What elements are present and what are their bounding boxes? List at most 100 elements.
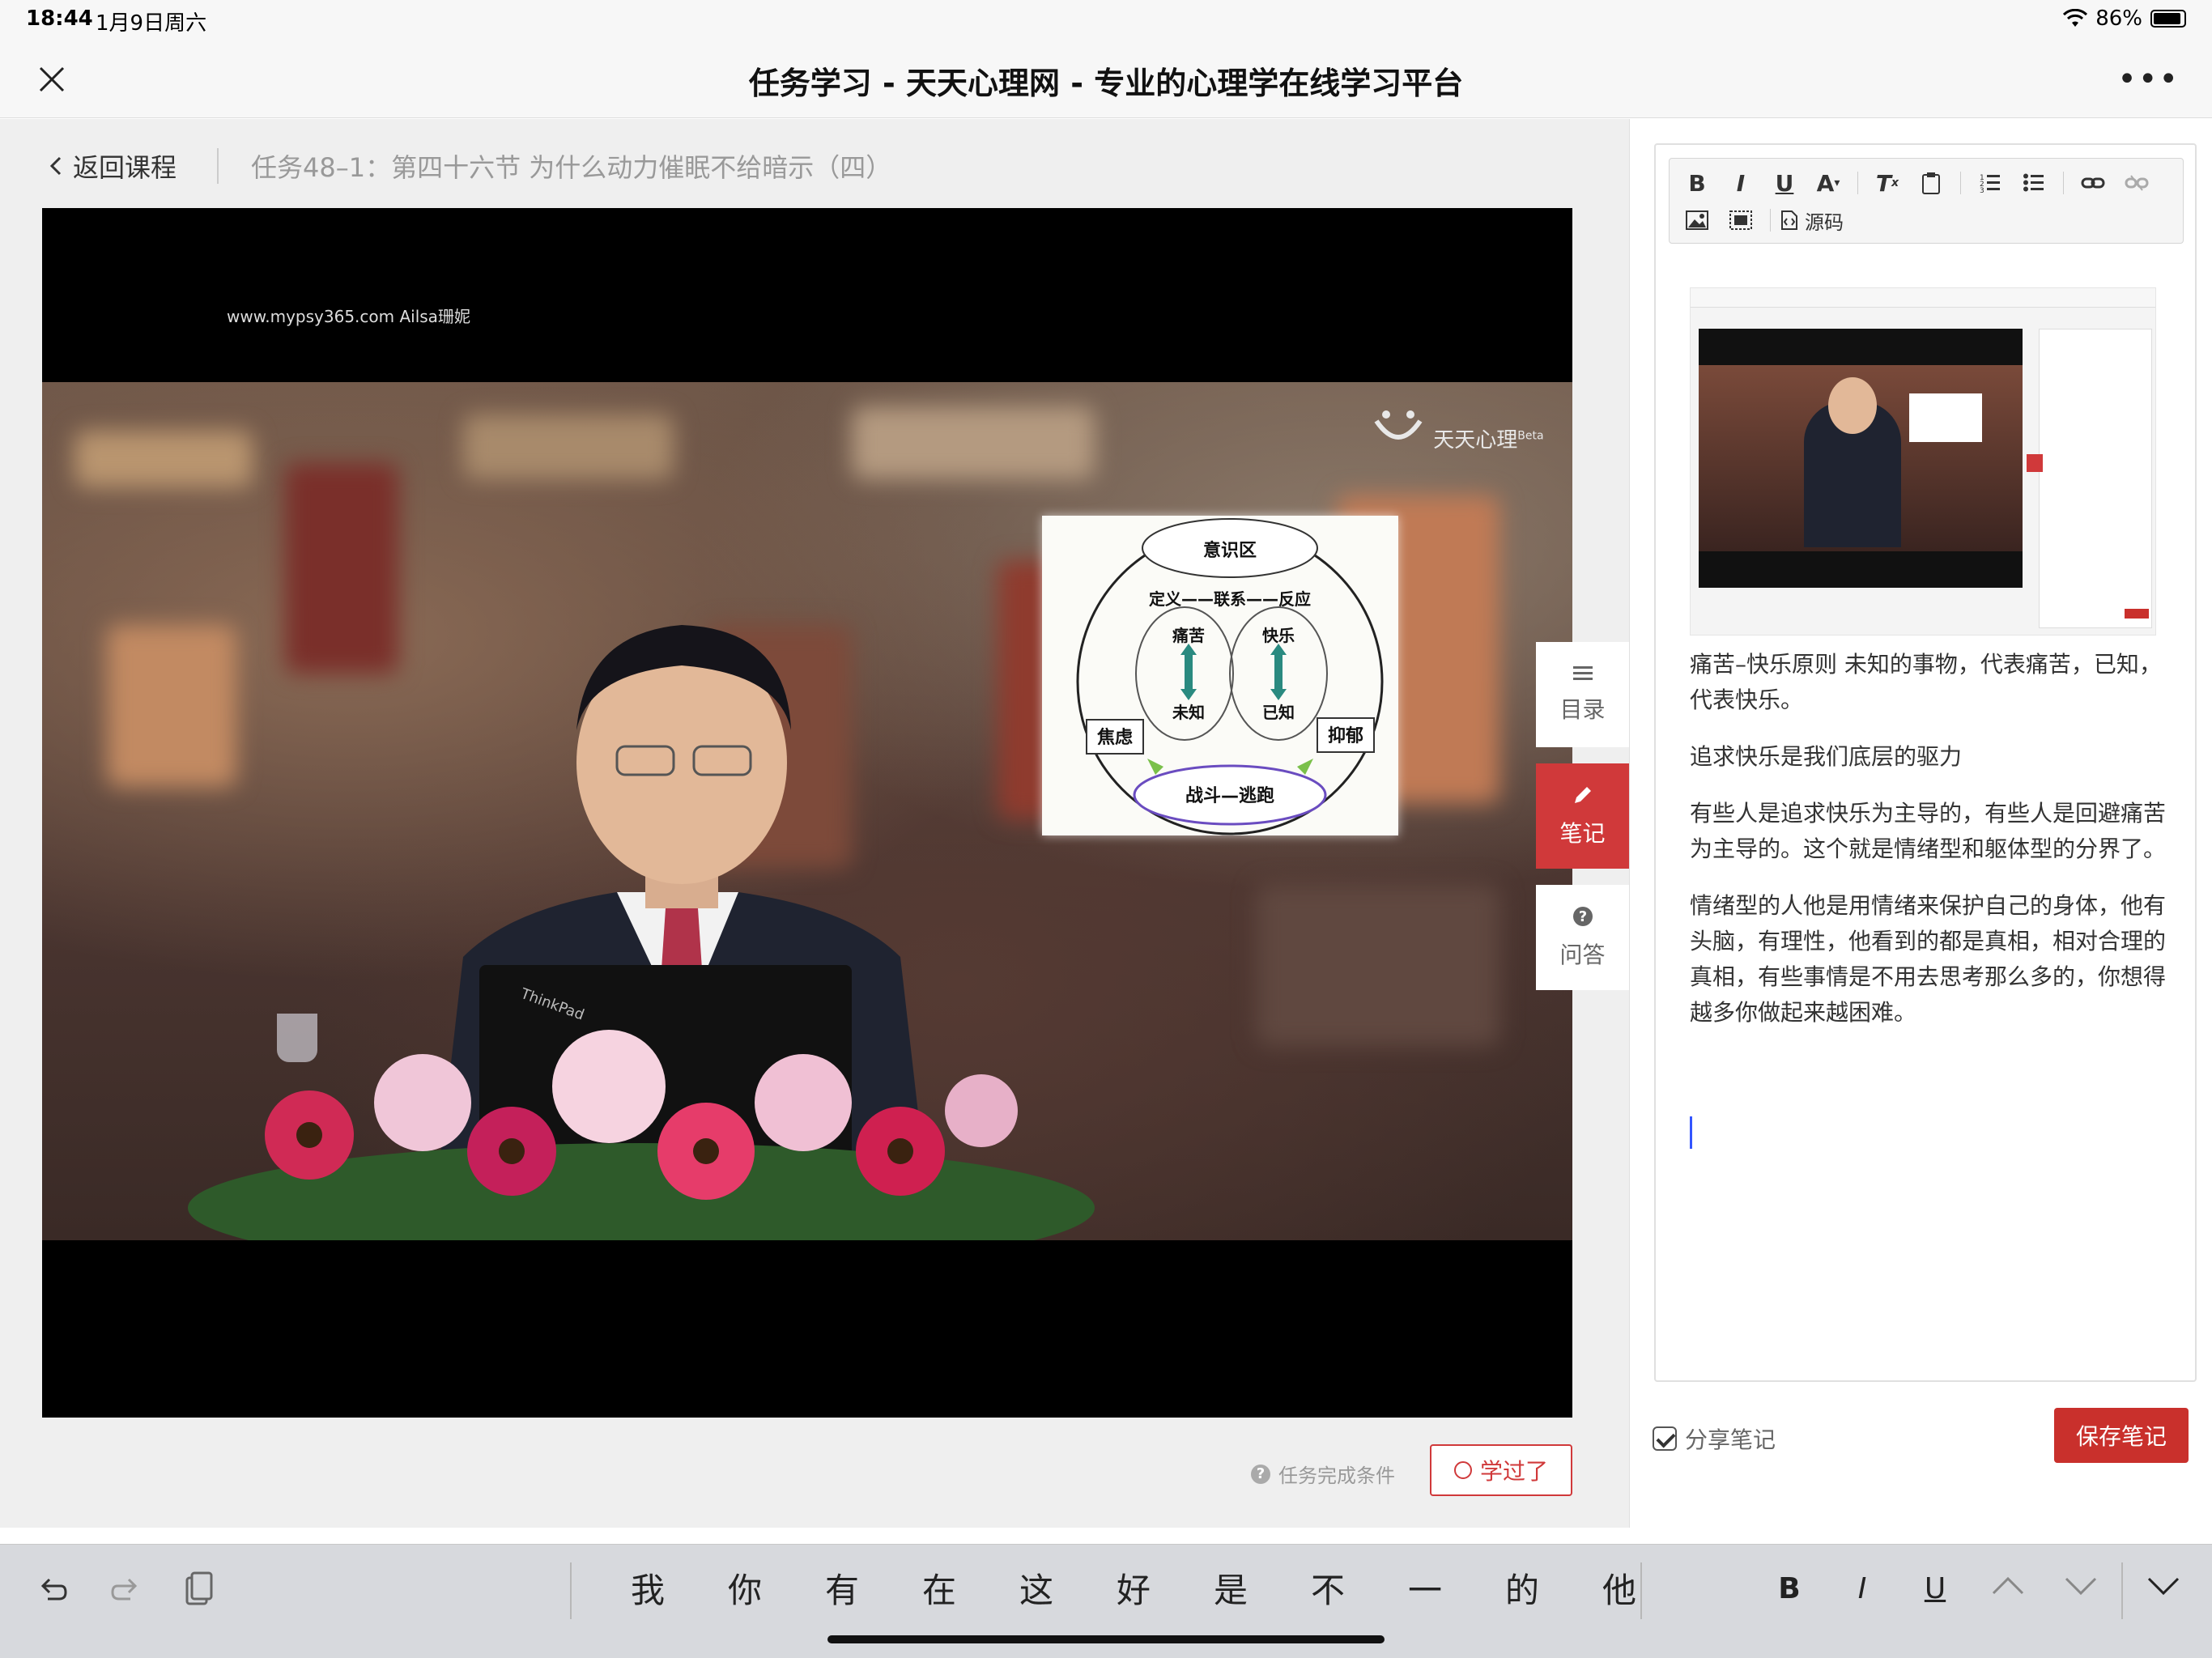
circle-icon <box>1453 1461 1472 1479</box>
kb-bold-button[interactable]: B <box>1765 1569 1814 1609</box>
candidate-word[interactable]: 的 <box>1474 1562 1571 1619</box>
breadcrumb-divider <box>217 148 219 184</box>
video-player[interactable]: www.mypsy365.com Ailsa珊妮 天天心理Beta 意识区 定义… <box>42 208 1572 1418</box>
tab-notes[interactable]: 笔记 <box>1536 763 1629 869</box>
task-condition-label: 任务完成条件 <box>1278 1465 1395 1487</box>
keyboard-edit-actions <box>32 1569 219 1609</box>
video-watermark: www.mypsy365.com Ailsa珊妮 <box>227 307 470 326</box>
kb-underline-button[interactable]: U <box>1911 1569 1959 1609</box>
task-title: 任务48–1：第四十六节 为什么动力催眠不给暗示（四） <box>251 152 892 183</box>
diagram-depression: 抑郁 <box>1328 725 1363 746</box>
note-paragraph: 情绪型的人他是用情绪来保护自己的身体，他有头脑，有理性，他看到的都是真相，相对合… <box>1690 892 2167 1026</box>
tab-qa[interactable]: ? 问答 <box>1536 885 1629 990</box>
note-content[interactable]: 痛苦–快乐原则 未知的事物，代表痛苦，已知，代表快乐。 追求快乐是我们底层的驱力… <box>1690 647 2167 1052</box>
note-paragraph: 追求快乐是我们底层的驱力 <box>1690 743 1963 770</box>
svg-text:3: 3 <box>1980 187 1984 193</box>
flower-arrangement <box>188 1014 1095 1240</box>
nav-bar: 任务学习 - 天天心理网 - 专业的心理学在线学习平台 ••• <box>0 40 2212 118</box>
dismiss-keyboard-icon[interactable] <box>2139 1569 2188 1609</box>
chevron-down-icon[interactable] <box>2057 1569 2105 1609</box>
notes-panel: B I U A ▾ Tx 123 源码 痛苦–快乐原则 未知的事物，代表痛苦，已… <box>1629 119 2212 1528</box>
source-code-label: 源码 <box>1805 210 1844 234</box>
toolbar-divider <box>1857 172 1858 194</box>
breadcrumb: 返回课程 任务48–1：第四十六节 为什么动力催眠不给暗示（四） <box>49 143 891 189</box>
save-note-button[interactable]: 保存笔记 <box>2054 1408 2189 1463</box>
italic-button[interactable]: I <box>1721 167 1760 199</box>
ordered-list-icon[interactable]: 123 <box>1971 167 2010 199</box>
question-icon: ? <box>1572 907 1593 926</box>
candidate-word[interactable]: 他 <box>1571 1562 1668 1619</box>
candidate-word[interactable]: 在 <box>891 1562 988 1619</box>
task-condition[interactable]: ? 任务完成条件 <box>1251 1460 1395 1488</box>
embedded-screenshot <box>1690 287 2156 636</box>
font-color-button[interactable]: A ▾ <box>1809 167 1848 199</box>
keyboard-divider <box>570 1562 572 1619</box>
question-circle-icon: ? <box>1251 1464 1270 1484</box>
bullet-list-icon[interactable] <box>2014 167 2053 199</box>
candidate-word[interactable]: 这 <box>988 1562 1085 1619</box>
slide-diagram: 意识区 定义——联系——反应 痛苦 未知 快乐 已知 焦虑 抑郁 战斗—逃跑 <box>1042 516 1398 835</box>
source-code-button[interactable]: 源码 <box>1780 204 1844 236</box>
toolbar-divider <box>1770 209 1771 232</box>
diagram-middle: 定义——联系——反应 <box>1149 589 1311 609</box>
share-note-label: 分享笔记 <box>1685 1426 1776 1453</box>
back-label: 返回课程 <box>73 152 177 183</box>
editor-toolbar: B I U A ▾ Tx 123 源码 <box>1669 158 2184 244</box>
paste-icon[interactable] <box>1912 167 1950 199</box>
pencil-icon <box>1574 787 1591 803</box>
list-icon <box>1572 666 1593 680</box>
note-paragraph: 有些人是追求快乐为主导的，有些人是回避痛苦为主导的。这个就是情绪型和躯体型的分界… <box>1690 800 2167 862</box>
share-note-checkbox[interactable]: 分享笔记 <box>1653 1422 1776 1455</box>
chevron-up-icon[interactable] <box>1984 1569 2032 1609</box>
redo-icon[interactable] <box>105 1569 146 1609</box>
tab-catalog-label: 目录 <box>1559 696 1606 723</box>
candidate-word[interactable]: 不 <box>1279 1562 1376 1619</box>
wifi-icon <box>2063 9 2088 27</box>
brand-logo: 天天心理Beta <box>1370 406 1544 453</box>
diagram-unknown: 未知 <box>1172 703 1205 722</box>
status-bar: 18:44 1月9日周六 86% <box>0 0 2212 40</box>
battery-icon <box>2150 10 2186 28</box>
status-time: 18:44 <box>26 6 93 31</box>
underline-button[interactable]: U <box>1765 167 1804 199</box>
diagram-top: 意识区 <box>1203 540 1257 561</box>
candidate-word[interactable]: 好 <box>1085 1562 1182 1619</box>
media-icon[interactable] <box>1721 204 1760 236</box>
candidate-word[interactable]: 一 <box>1376 1562 1474 1619</box>
toolbar-divider <box>2063 172 2064 194</box>
source-code-icon <box>1781 210 1797 230</box>
diagram-joy: 快乐 <box>1262 626 1295 645</box>
candidate-word[interactable]: 我 <box>599 1562 696 1619</box>
undo-icon[interactable] <box>32 1569 73 1609</box>
toolbar-divider <box>1960 172 1961 194</box>
text-cursor <box>1690 1116 1692 1149</box>
image-icon[interactable] <box>1678 204 1716 236</box>
status-date: 1月9日周六 <box>96 11 207 36</box>
learned-button[interactable]: 学过了 <box>1430 1444 1572 1496</box>
note-editor[interactable]: B I U A ▾ Tx 123 源码 痛苦–快乐原则 未知的事物，代表痛苦，已… <box>1654 143 2197 1382</box>
status-right: 86% <box>2063 6 2186 31</box>
home-indicator[interactable] <box>827 1635 1385 1643</box>
note-paragraph: 痛苦–快乐原则 未知的事物，代表痛苦，已知，代表快乐。 <box>1690 651 2162 713</box>
checkbox-checked-icon[interactable] <box>1653 1426 1677 1451</box>
learned-label: 学过了 <box>1479 1458 1548 1485</box>
bold-button[interactable]: B <box>1678 167 1716 199</box>
keyboard-format-actions: B I U <box>1765 1569 2105 1609</box>
clear-format-button[interactable]: Tx <box>1868 167 1907 199</box>
brand-sup: Beta <box>1517 429 1544 443</box>
candidate-word[interactable]: 是 <box>1182 1562 1279 1619</box>
kb-italic-button[interactable]: I <box>1838 1569 1887 1609</box>
svg-text:?: ? <box>1578 908 1586 925</box>
link-icon[interactable] <box>2074 167 2112 199</box>
back-to-course-link[interactable]: 返回课程 <box>49 147 177 185</box>
diagram-anxiety: 焦虑 <box>1096 727 1133 748</box>
candidate-bar: 我 你 有 在 这 好 是 不 一 的 他 <box>599 1562 1668 1619</box>
keyboard-divider <box>2121 1562 2123 1619</box>
tab-catalog[interactable]: 目录 <box>1536 642 1629 747</box>
clipboard-icon[interactable] <box>178 1569 219 1609</box>
unlink-icon[interactable] <box>2117 167 2156 199</box>
smile-logo-icon <box>1374 410 1423 440</box>
more-icon[interactable]: ••• <box>2117 63 2180 96</box>
candidate-word[interactable]: 有 <box>793 1562 891 1619</box>
candidate-word[interactable]: 你 <box>696 1562 793 1619</box>
